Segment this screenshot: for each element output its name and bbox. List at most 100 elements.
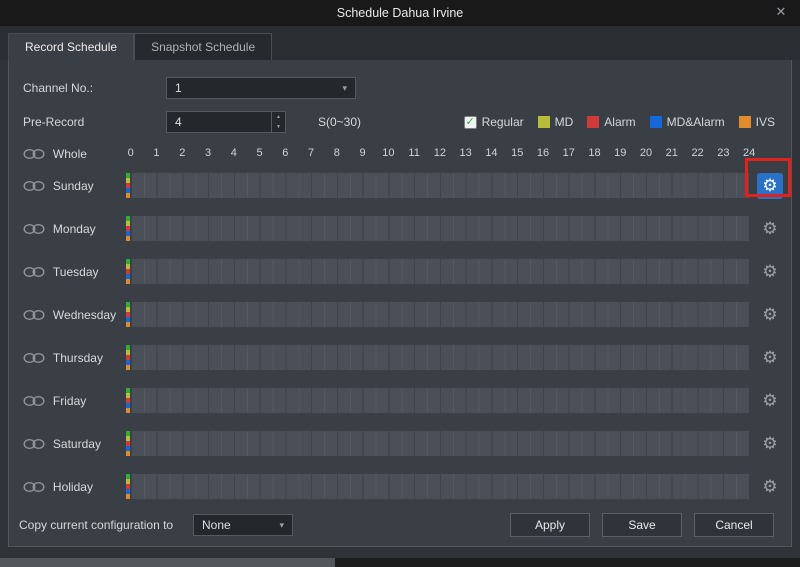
link-day-button[interactable] — [23, 438, 53, 450]
day-settings-gear-button[interactable]: ⚙ — [757, 474, 783, 500]
link-icon — [23, 352, 45, 364]
link-whole-button[interactable] — [23, 148, 53, 160]
tab-bar: Record Schedule Snapshot Schedule — [0, 26, 800, 60]
link-day-button[interactable] — [23, 309, 53, 321]
day-label: Wednesday — [53, 308, 131, 322]
link-icon — [23, 438, 45, 450]
hour-label: 14 — [485, 147, 497, 159]
day-label: Holiday — [53, 480, 131, 494]
hour-label: 8 — [334, 147, 340, 159]
schedule-timeline-bar[interactable] — [131, 344, 749, 371]
schedule-row-friday: Friday ⚙ — [9, 379, 791, 422]
copy-config-select[interactable]: None ▾ — [193, 514, 293, 536]
legend-item-mdalarm: MD&Alarm — [650, 115, 725, 129]
legend-item-ivs: IVS — [739, 115, 775, 129]
record-type-strip — [126, 216, 130, 241]
spin-up-icon[interactable]: ▲ — [272, 112, 285, 122]
record-type-strip — [126, 259, 130, 284]
gear-icon: ⚙ — [762, 349, 777, 366]
schedule-timeline-bar[interactable] — [131, 172, 749, 199]
color-swatch-icon — [587, 116, 599, 128]
link-day-button[interactable] — [23, 352, 53, 364]
copy-config-label: Copy current configuration to — [19, 518, 193, 532]
link-day-button[interactable] — [23, 266, 53, 278]
schedule-timeline-bar[interactable] — [131, 215, 749, 242]
tab-record-schedule[interactable]: Record Schedule — [8, 33, 134, 60]
legend-label: MD&Alarm — [667, 115, 725, 129]
gear-cell: ⚙ — [749, 173, 791, 199]
day-settings-gear-button[interactable]: ⚙ — [757, 216, 783, 242]
link-day-button[interactable] — [23, 481, 53, 493]
hour-label: 17 — [563, 147, 575, 159]
hour-label: 18 — [588, 147, 600, 159]
day-settings-gear-button[interactable]: ⚙ — [757, 259, 783, 285]
record-type-strip — [126, 345, 130, 370]
hour-label: 10 — [382, 147, 394, 159]
day-settings-gear-button[interactable]: ⚙ — [757, 431, 783, 457]
link-icon — [23, 395, 45, 407]
hour-label: 5 — [256, 147, 262, 159]
tab-snapshot-schedule[interactable]: Snapshot Schedule — [134, 33, 272, 60]
gear-cell: ⚙ — [749, 216, 791, 242]
gear-icon: ⚙ — [762, 220, 777, 237]
window-title: Schedule Dahua Irvine — [337, 6, 463, 20]
schedule-timeline-bar[interactable] — [131, 387, 749, 414]
color-swatch-icon — [538, 116, 550, 128]
hour-label: 22 — [691, 147, 703, 159]
link-icon — [23, 148, 45, 160]
pre-record-value: 4 — [167, 112, 271, 132]
pre-record-row: Pre-Record 4 ▲ ▼ S(0~30) ✓RegularMDAlarm… — [9, 108, 791, 136]
day-settings-gear-button[interactable]: ⚙ — [757, 388, 783, 414]
copy-config-value: None — [202, 518, 231, 532]
chevron-down-icon: ▾ — [279, 520, 284, 531]
checkbox-checked-icon[interactable]: ✓ — [464, 116, 477, 129]
chevron-down-icon: ▾ — [342, 83, 347, 94]
legend: ✓RegularMDAlarmMD&AlarmIVS — [464, 115, 791, 129]
schedule-timeline-bar[interactable] — [131, 301, 749, 328]
gear-cell: ⚙ — [749, 474, 791, 500]
close-icon[interactable]: ✕ — [772, 4, 790, 20]
hour-label: 11 — [408, 147, 419, 159]
link-day-button[interactable] — [23, 223, 53, 235]
schedule-dialog: Schedule Dahua Irvine ✕ Record Schedule … — [0, 0, 800, 558]
schedule-timeline-bar[interactable] — [131, 430, 749, 457]
day-settings-gear-button[interactable]: ⚙ — [757, 345, 783, 371]
hour-label: 16 — [537, 147, 549, 159]
gear-cell: ⚙ — [749, 388, 791, 414]
hour-label: 6 — [282, 147, 288, 159]
background-strip-light — [0, 558, 335, 567]
link-icon — [23, 223, 45, 235]
record-type-strip — [126, 431, 130, 456]
spin-down-icon[interactable]: ▼ — [272, 122, 285, 132]
link-day-button[interactable] — [23, 180, 53, 192]
schedule-timeline-bar[interactable] — [131, 473, 749, 500]
legend-label: IVS — [756, 115, 775, 129]
pre-record-suffix: S(0~30) — [318, 115, 361, 129]
schedule-row-saturday: Saturday ⚙ — [9, 422, 791, 465]
hour-label: 24 — [743, 147, 755, 159]
gear-icon: ⚙ — [762, 177, 777, 194]
color-swatch-icon — [650, 116, 662, 128]
link-day-button[interactable] — [23, 395, 53, 407]
day-settings-gear-button[interactable]: ⚙ — [757, 302, 783, 328]
channel-select[interactable]: 1 ▾ — [166, 77, 356, 99]
day-settings-gear-button[interactable]: ⚙ — [757, 173, 783, 199]
save-button[interactable]: Save — [602, 513, 682, 537]
gear-cell: ⚙ — [749, 345, 791, 371]
channel-label: Channel No.: — [23, 81, 166, 95]
cancel-button[interactable]: Cancel — [694, 513, 774, 537]
pre-record-input[interactable]: 4 ▲ ▼ — [166, 111, 286, 133]
schedule-timeline-bar[interactable] — [131, 258, 749, 285]
gear-cell: ⚙ — [749, 259, 791, 285]
gear-icon: ⚙ — [762, 478, 777, 495]
hour-label: 0 — [128, 147, 134, 159]
record-type-strip — [126, 302, 130, 327]
schedule-row-tuesday: Tuesday ⚙ — [9, 250, 791, 293]
hour-label: 2 — [179, 147, 185, 159]
gear-icon: ⚙ — [762, 263, 777, 280]
channel-row: Channel No.: 1 ▾ — [9, 74, 791, 102]
day-label: Thursday — [53, 351, 131, 365]
schedule-row-wednesday: Wednesday ⚙ — [9, 293, 791, 336]
apply-button[interactable]: Apply — [510, 513, 590, 537]
hour-label: 4 — [231, 147, 237, 159]
